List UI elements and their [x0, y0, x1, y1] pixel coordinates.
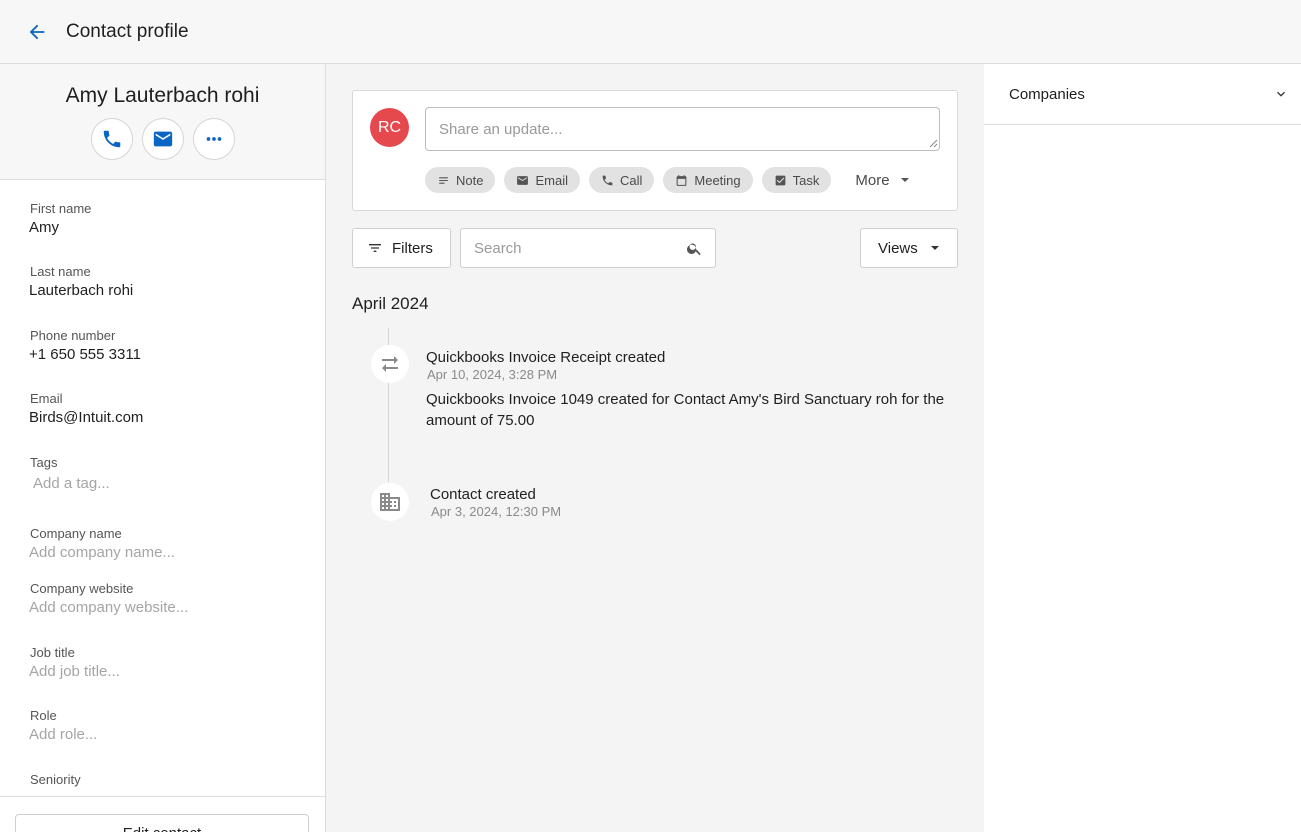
- field-company-website[interactable]: Company website Add company website...: [29, 560, 325, 623]
- more-label: More: [855, 171, 890, 189]
- field-role[interactable]: Role Add role...: [29, 687, 325, 750]
- field-placeholder: Add job title...: [29, 662, 120, 680]
- field-placeholder: Add role...: [29, 726, 98, 744]
- share-update-input[interactable]: [425, 107, 940, 151]
- task-chip[interactable]: Task: [761, 167, 832, 193]
- timeline-event-time: Apr 10, 2024, 3:28 PM: [427, 367, 558, 382]
- field-job-title[interactable]: Job title Add job title...: [29, 624, 325, 687]
- timeline-event-icon: [371, 345, 409, 383]
- page-title: Contact profile: [66, 20, 189, 42]
- field-value: Amy: [29, 219, 59, 236]
- field-label: Seniority: [30, 771, 81, 787]
- arrow-left-icon: [29, 24, 45, 39]
- email-icon: [153, 131, 172, 147]
- more-actions-button[interactable]: [192, 118, 235, 160]
- filter-icon: [369, 244, 381, 252]
- update-composer: RC Note Email Call Meeting Task: [352, 90, 958, 211]
- field-tags[interactable]: Tags Add a tag...: [29, 434, 325, 497]
- field-value: Lauterbach rohi: [29, 282, 134, 300]
- email-chip[interactable]: Email: [504, 167, 580, 193]
- field-label: Tags: [30, 454, 58, 470]
- field-company-name[interactable]: Company name Add company name...: [29, 497, 325, 561]
- related-panel: Companies: [984, 64, 1301, 832]
- caret-down-icon: [900, 178, 909, 182]
- field-last-name[interactable]: Last name Lauterbach rohi: [29, 243, 325, 306]
- avatar: RC: [370, 108, 409, 147]
- field-placeholder: Add a tag...: [33, 474, 110, 492]
- field-label: Email: [30, 391, 63, 407]
- activity-type-chips: Note Email Call Meeting Task More: [425, 167, 910, 193]
- resize-grip-icon[interactable]: [929, 139, 938, 148]
- chip-label: Note: [456, 172, 484, 188]
- timeline-event-title: Quickbooks Invoice Receipt created: [426, 349, 666, 366]
- filters-label: Filters: [392, 239, 433, 257]
- email-button[interactable]: [141, 118, 184, 160]
- note-icon: [439, 176, 448, 184]
- timeline-event-body: Quickbooks Invoice 1049 created for Cont…: [426, 391, 945, 429]
- task-icon: [775, 175, 786, 185]
- companies-label: Companies: [1009, 85, 1085, 103]
- field-value: +1 650 555 3311: [29, 345, 141, 363]
- phone-icon: [602, 175, 613, 185]
- edit-footer: Edit contact: [0, 796, 325, 832]
- chip-label: Meeting: [694, 172, 741, 188]
- field-label: Last name: [30, 264, 91, 280]
- views-label: Views: [878, 239, 918, 257]
- timeline-event-title: Contact created: [430, 486, 536, 503]
- field-label: Company name: [30, 525, 122, 541]
- call-button[interactable]: [90, 118, 133, 160]
- contact-actions: [0, 118, 325, 160]
- filters-button[interactable]: Filters: [352, 228, 451, 268]
- contact-details-panel: Amy Lauterbach rohi First name Amy Last …: [0, 64, 326, 832]
- note-chip[interactable]: Note: [425, 167, 496, 193]
- chip-label: Call: [619, 172, 643, 188]
- search-icon[interactable]: [686, 240, 703, 257]
- field-placeholder: Add company website...: [29, 599, 189, 617]
- timeline-month: April 2024: [352, 294, 429, 313]
- back-button[interactable]: [23, 18, 51, 46]
- building-icon: [380, 493, 400, 511]
- chevron-down-icon: [1277, 91, 1285, 97]
- field-label: First name: [30, 201, 92, 216]
- field-placeholder: Add company name...: [29, 543, 175, 561]
- timeline-event-icon: [371, 483, 409, 521]
- call-chip[interactable]: Call: [588, 167, 655, 193]
- activity-feed: RC Note Email Call Meeting Task: [327, 64, 983, 832]
- field-label: Job title: [30, 644, 75, 660]
- views-dropdown[interactable]: Views: [860, 228, 958, 268]
- more-dropdown[interactable]: More: [855, 172, 909, 189]
- sync-arrows-icon: [382, 356, 398, 372]
- search-input[interactable]: [461, 229, 681, 267]
- timeline-event-time: Apr 3, 2024, 12:30 PM: [431, 504, 562, 519]
- caret-down-icon: [930, 246, 939, 250]
- field-value: Birds@Intuit.com: [29, 409, 144, 427]
- chip-label: Task: [792, 172, 820, 188]
- field-label: Role: [30, 708, 57, 724]
- phone-icon: [103, 130, 120, 148]
- more-horizontal-icon: [206, 137, 221, 141]
- field-phone-number[interactable]: Phone number +1 650 555 3311: [29, 307, 325, 370]
- field-first-name[interactable]: First name Amy: [29, 180, 325, 243]
- calendar-icon: [677, 174, 687, 186]
- top-bar: Contact profile: [0, 0, 1301, 64]
- companies-section-toggle[interactable]: Companies: [984, 64, 1301, 125]
- search-box: [460, 228, 716, 268]
- edit-contact-button[interactable]: Edit contact: [15, 814, 309, 832]
- email-icon: [517, 175, 529, 185]
- contact-fields: First name Amy Last name Lauterbach rohi…: [0, 180, 325, 814]
- contact-header: Amy Lauterbach rohi: [0, 64, 325, 180]
- field-email[interactable]: Email Birds@Intuit.com: [29, 370, 325, 433]
- field-label: Company website: [30, 581, 134, 597]
- meeting-chip[interactable]: Meeting: [663, 167, 753, 193]
- chip-label: Email: [535, 172, 568, 188]
- contact-name: Amy Lauterbach rohi: [65, 84, 260, 107]
- field-label: Phone number: [30, 327, 116, 343]
